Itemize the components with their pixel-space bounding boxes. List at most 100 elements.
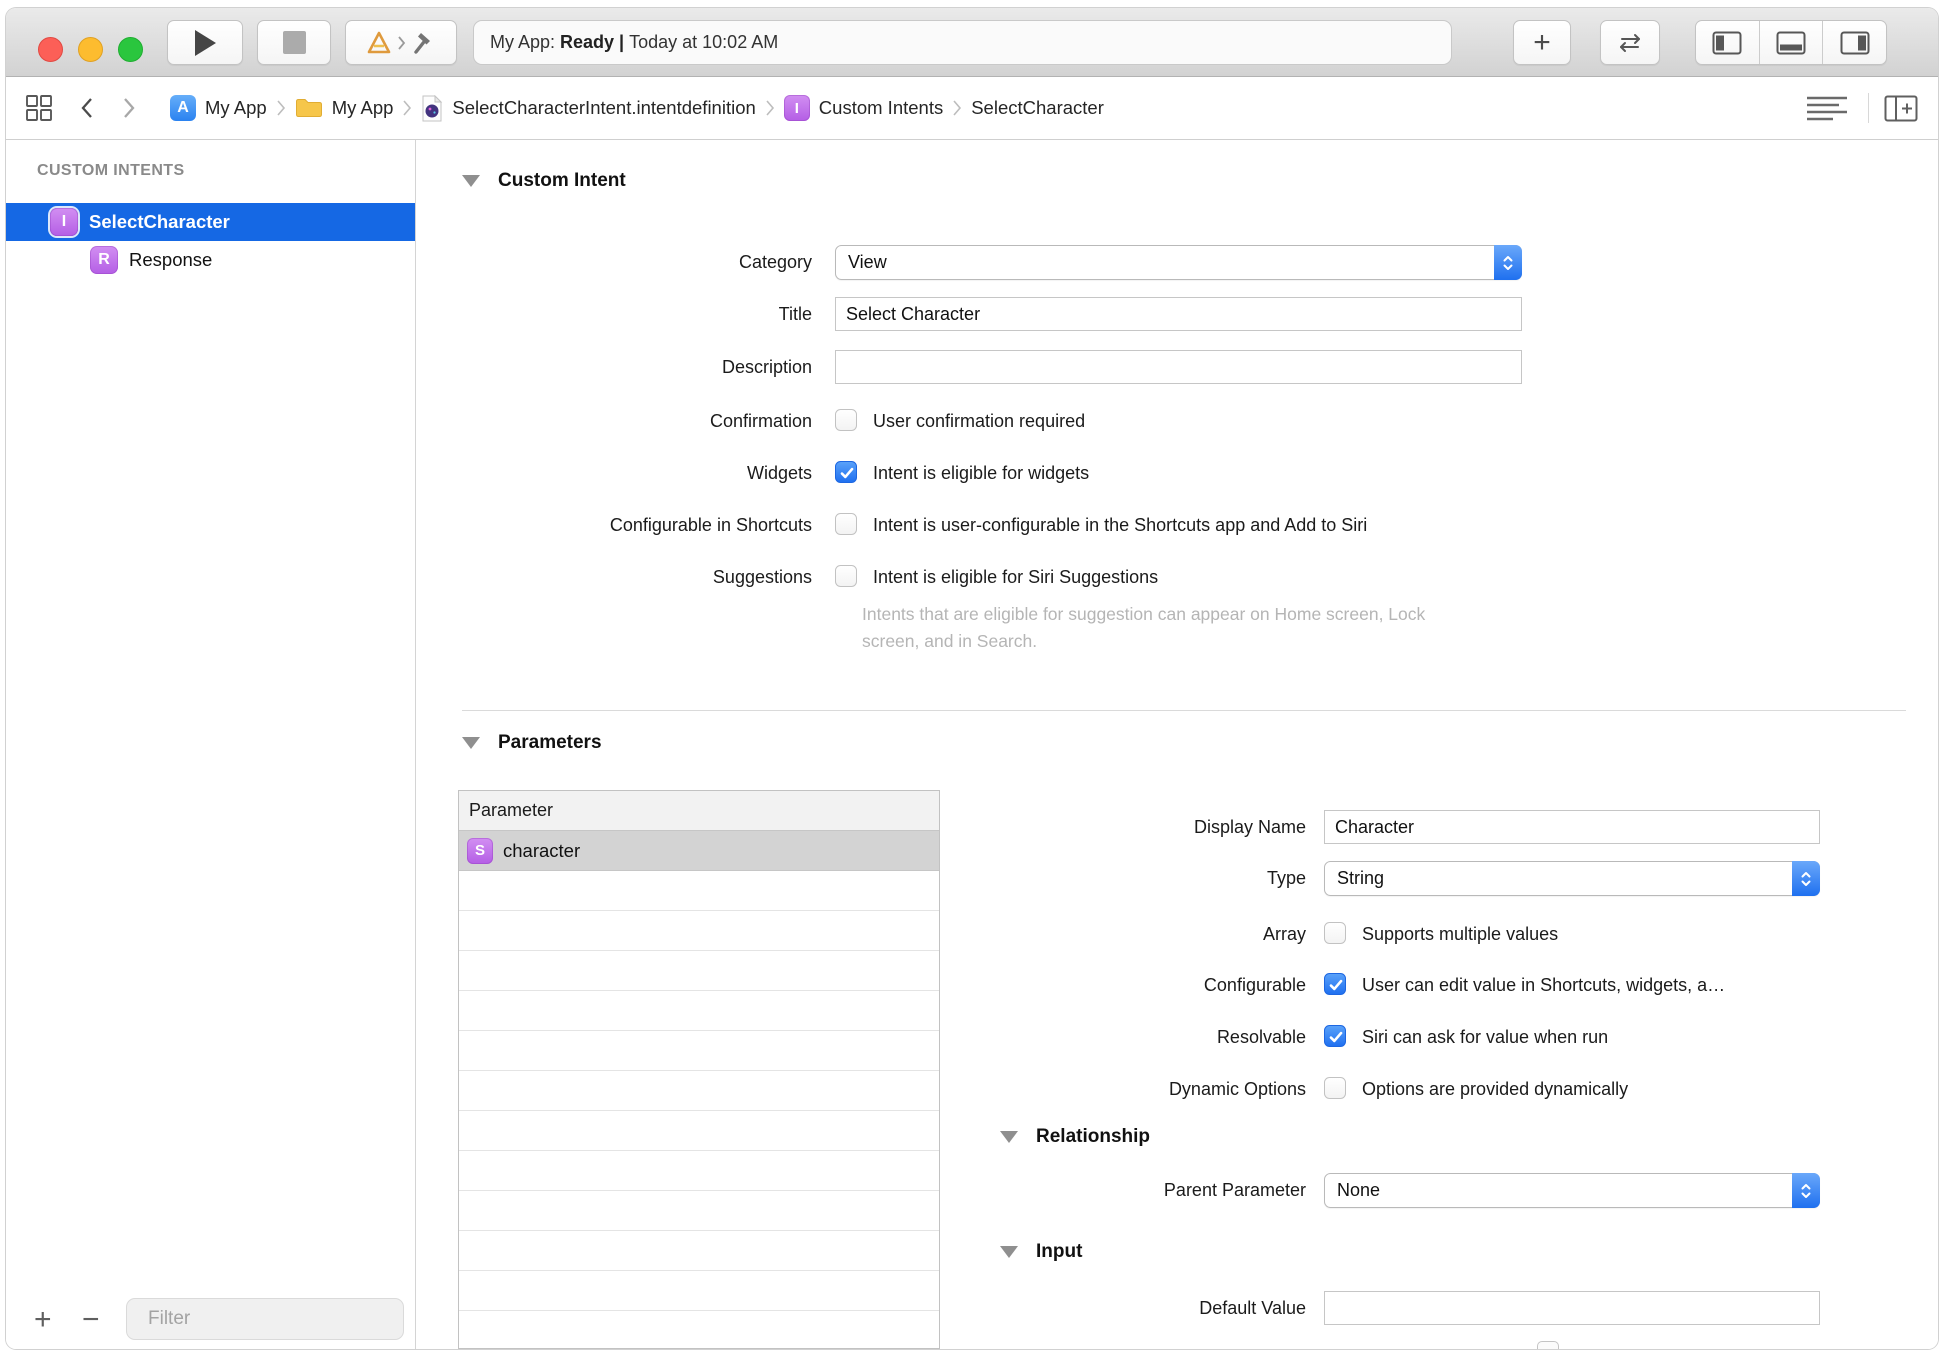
add-editor-button[interactable] <box>1884 77 1918 139</box>
add-editor-icon <box>1884 95 1918 121</box>
disclosure-triangle-icon[interactable] <box>1000 1131 1018 1143</box>
custom-intent-section-header: Custom Intent <box>462 170 626 192</box>
stepper-icon <box>1792 861 1820 896</box>
breadcrumb: A My App My App SelectCharacter Intent.in… <box>170 77 1104 139</box>
parameter-row-character[interactable]: S character <box>459 831 939 871</box>
xcode-window: My App: Ready | Today at 10:02 AM + A My… <box>0 0 1944 1362</box>
intent-badge-icon: I <box>783 95 810 121</box>
disclosure-triangle-icon[interactable] <box>462 737 480 749</box>
toggle-debug-area-button[interactable] <box>1758 21 1823 64</box>
response-badge-icon: R <box>90 246 118 274</box>
stepper-icon <box>1494 245 1522 280</box>
sidebar-item-label: Response <box>129 249 213 270</box>
play-icon <box>194 29 216 56</box>
run-button[interactable] <box>167 20 243 65</box>
disclosure-triangle-icon[interactable] <box>1000 1246 1018 1258</box>
suggestions-help-text: Intents that are eligible for suggestion… <box>862 604 1426 651</box>
stop-button[interactable] <box>257 20 331 65</box>
library-add-button[interactable]: + <box>1513 20 1571 65</box>
parameter-name: character <box>503 839 581 861</box>
default-value-input[interactable] <box>1324 1291 1820 1325</box>
resolvable-label: Resolvable <box>1216 1027 1306 1047</box>
suggestions-checkbox[interactable] <box>835 565 857 587</box>
toggle-inspector-button[interactable] <box>1822 21 1886 64</box>
breadcrumb-project[interactable]: A My App <box>170 95 267 121</box>
panel-toggles <box>1695 20 1887 65</box>
sidebar-item-label: SelectCharacter <box>89 211 230 232</box>
array-text: Supports multiple values <box>1362 924 1559 944</box>
plus-icon: + <box>1533 25 1551 59</box>
close-window-button[interactable] <box>38 37 63 62</box>
hammer-icon <box>411 30 437 56</box>
lines-icon <box>1807 96 1847 121</box>
app-project-icon: A <box>170 95 196 121</box>
add-intent-button[interactable]: + <box>34 1300 52 1340</box>
string-type-badge-icon: S <box>467 837 493 864</box>
toolbar: My App: Ready | Today at 10:02 AM + <box>6 8 1938 77</box>
breadcrumb-separator-icon <box>403 100 412 116</box>
shortcuts-checkbox[interactable] <box>835 513 857 535</box>
shortcuts-text: Intent is user-configurable in the Short… <box>873 515 1368 535</box>
display-name-label: Display Name <box>1193 817 1306 837</box>
chevron-right-icon <box>397 35 406 51</box>
sidebar-item-response[interactable]: R Response <box>6 241 415 279</box>
display-name-input[interactable] <box>1324 810 1820 844</box>
editor-options-button[interactable] <box>1805 77 1851 139</box>
disclosure-triangle-icon[interactable] <box>462 175 480 187</box>
breadcrumb-group[interactable]: My App <box>295 97 393 119</box>
category-value: View <box>848 252 887 272</box>
parent-parameter-popup[interactable]: None <box>1324 1173 1820 1208</box>
breadcrumb-separator-icon <box>953 100 962 116</box>
breadcrumb-label: SelectCharacterIntent.intentdefinition <box>452 97 756 118</box>
zoom-window-button[interactable] <box>118 37 143 62</box>
sidebar-item-select-character[interactable]: I SelectCharacter <box>6 203 415 241</box>
stop-icon <box>282 31 306 54</box>
filter-input[interactable] <box>146 1307 395 1331</box>
array-checkbox[interactable] <box>1324 922 1346 944</box>
bottom-panel-icon <box>1776 31 1806 54</box>
go-back-button[interactable] <box>80 77 94 139</box>
parameters-table-header: Parameter <box>459 791 939 831</box>
intent-definition-file-icon <box>422 94 443 121</box>
category-label: Category <box>738 252 812 272</box>
type-popup[interactable]: String <box>1324 861 1820 896</box>
filter-field[interactable] <box>126 1298 404 1340</box>
breadcrumb-custom-intents[interactable]: I Custom Intents <box>783 95 943 121</box>
configurable-checkbox[interactable] <box>1324 973 1346 995</box>
minimize-window-button[interactable] <box>78 37 103 62</box>
input-section-header: Input <box>1000 1241 1082 1263</box>
configurable-label: Configurable <box>1203 975 1306 995</box>
divider <box>1868 93 1869 123</box>
section-divider <box>462 710 1906 711</box>
dynamic-options-label: Dynamic Options <box>1168 1079 1306 1099</box>
configurable-text: User can edit value in Shortcuts, widget… <box>1362 975 1726 995</box>
type-value: String <box>1337 868 1385 888</box>
code-review-button[interactable] <box>1600 20 1660 65</box>
remove-intent-button[interactable]: − <box>82 1300 100 1340</box>
dynamic-options-checkbox[interactable] <box>1324 1077 1346 1099</box>
title-input[interactable] <box>835 297 1522 331</box>
parent-parameter-label: Parent Parameter <box>1163 1180 1306 1200</box>
widgets-label: Widgets <box>746 463 812 483</box>
confirmation-text: User confirmation required <box>873 411 1086 431</box>
widgets-checkbox[interactable] <box>835 461 857 483</box>
confirmation-checkbox[interactable] <box>835 409 857 431</box>
scheme-selector[interactable] <box>345 20 457 65</box>
category-popup[interactable]: View <box>835 245 1522 280</box>
resolvable-checkbox[interactable] <box>1324 1025 1346 1047</box>
window-frame: My App: Ready | Today at 10:02 AM + A My… <box>6 8 1938 1349</box>
breadcrumb-select-character[interactable]: SelectCharacter <box>971 97 1104 119</box>
description-input[interactable] <box>835 350 1522 384</box>
go-forward-button[interactable] <box>122 77 136 139</box>
related-items-button[interactable] <box>25 77 53 139</box>
chevron-right-icon <box>124 98 135 118</box>
sidebar: CUSTOM INTENTS I SelectCharacter R Respo… <box>6 140 416 1349</box>
toggle-navigator-button[interactable] <box>1696 21 1759 64</box>
type-label: Type <box>1266 868 1306 888</box>
breadcrumb-label: My App <box>205 97 267 118</box>
grid-icon <box>26 95 52 121</box>
sidebar-section-header: CUSTOM INTENTS <box>37 162 185 179</box>
dynamic-options-text: Options are provided dynamically <box>1362 1079 1629 1099</box>
suggestions-label: Suggestions <box>712 567 812 587</box>
breadcrumb-file[interactable]: SelectCharacterIntent.intentdefinition <box>421 94 756 122</box>
